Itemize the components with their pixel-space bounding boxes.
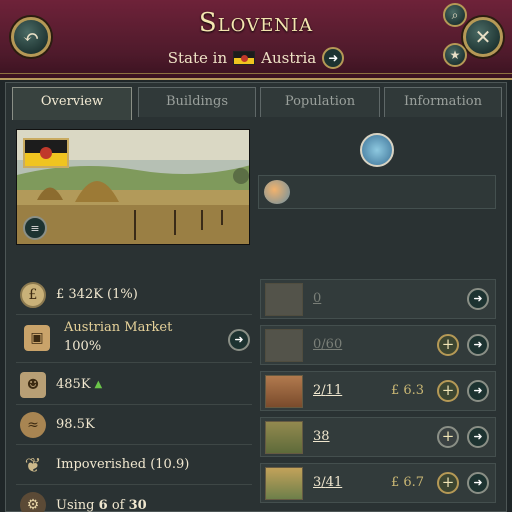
building-count[interactable]: 0 [313,291,321,306]
arable-land-row[interactable]: ≈ 98.5K [16,405,252,445]
market-name[interactable]: Austrian Market [64,320,172,335]
pound-coin-icon: £ [20,281,46,308]
building-count-total: 60 [325,337,343,352]
arable-land-icon: ≈ [20,411,46,438]
state-resources-bar [258,175,496,209]
building-count[interactable]: 38 [313,429,330,444]
build-plus-button[interactable]: + [437,380,459,402]
build-plus-button[interactable]: + [437,472,459,494]
market-row[interactable]: ▣ Austrian Market 100% ➜ [16,315,252,363]
building-count-value: 2 [313,383,322,398]
building-count[interactable]: 3/41 [313,475,342,490]
river-icon[interactable] [360,133,394,167]
building-row[interactable]: 2/11 £ 6.3 + ➜ [260,371,496,411]
using-value: 6 [98,497,108,512]
population-row[interactable]: ☻ 485K ▲ [16,365,252,405]
tab-overview[interactable]: Overview [12,87,132,120]
owner-country[interactable]: Austria [261,49,316,67]
building-count-value: 0 [313,337,322,352]
building-thumbnail [265,375,303,408]
goto-building-button[interactable]: ➜ [467,288,489,310]
building-count-value: 3 [313,475,322,490]
population-icon: ☻ [20,371,46,398]
market-crate-icon: ▣ [24,325,50,351]
building-profit: £ 6.7 [391,475,425,490]
growth-up-icon: ▲ [94,379,103,390]
building-count[interactable]: 0/60 [313,337,342,352]
zoom-button[interactable]: ⌕ [443,3,467,27]
building-thumbnail [265,467,303,500]
building-row[interactable]: 0 ➜ [260,279,496,319]
building-row[interactable]: 3/41 £ 6.7 + ➜ [260,463,496,503]
wheat-icon: ❦ [24,452,42,477]
tab-information[interactable]: Information [384,87,502,117]
state-title: Slovenia [198,8,314,38]
goto-market-button[interactable]: ➜ [228,329,250,351]
tab-population[interactable]: Population [260,87,380,117]
build-plus-button[interactable]: + [437,334,459,356]
goto-building-button[interactable]: ➜ [467,380,489,402]
using-prefix: Using [56,497,95,512]
fish-resource-icon[interactable] [264,180,290,204]
market-access: 100% [64,339,102,354]
building-row[interactable]: 38 + ➜ [260,417,496,457]
build-plus-button[interactable]: + [437,426,459,448]
arable-value: 98.5K [56,417,95,432]
list-icon[interactable]: ≡ [23,216,47,240]
building-profit: £ 6.3 [391,383,425,398]
building-count-total: 41 [325,475,343,490]
goto-building-button[interactable]: ➜ [467,426,489,448]
goto-building-button[interactable]: ➜ [467,334,489,356]
austria-flag-icon[interactable] [23,138,69,168]
close-button[interactable]: ✕ [463,17,503,57]
star-icon: ★ [449,48,461,62]
infrastructure-icon: ⚙ [20,492,46,512]
building-thumbnail [265,421,303,454]
building-count-total: 11 [325,383,343,398]
building-thumbnail [265,329,303,362]
magnifier-icon: ⌕ [451,7,459,22]
using-text: Using 6 of 30 [56,498,147,512]
state-panel: Overview Buildings Population Informatio… [5,82,507,512]
using-of: of [111,497,125,512]
building-row[interactable]: 0/60 + ➜ [260,325,496,365]
tab-buildings[interactable]: Buildings [138,87,256,117]
goto-owner-button[interactable]: ➜ [322,47,345,69]
population-value: 485K [56,377,91,392]
gdp-row[interactable]: £ £ 342K (1%) [16,275,252,315]
favorite-button[interactable]: ★ [443,43,467,67]
state-prefix: State in [167,49,228,67]
austria-flag-icon[interactable] [233,51,256,65]
using-total: 30 [128,497,147,512]
state-header: ↶ Slovenia State in Austria ➜ ⌕ ✕ ★ [0,0,512,80]
state-landscape-image: ≡ [16,129,250,245]
goto-building-button[interactable]: ➜ [467,472,489,494]
state-subtitle: State in Austria ➜ [0,47,512,69]
close-icon: ✕ [474,25,492,49]
standard-of-living-row[interactable]: ❦ Impoverished (10.9) [16,445,252,485]
building-thumbnail [265,283,303,316]
sol-value: Impoverished (10.9) [56,457,190,472]
gdp-value: £ 342K (1%) [56,287,138,302]
infrastructure-row[interactable]: ⚙ Using 6 of 30 [16,485,252,512]
building-count[interactable]: 2/11 [313,383,342,398]
